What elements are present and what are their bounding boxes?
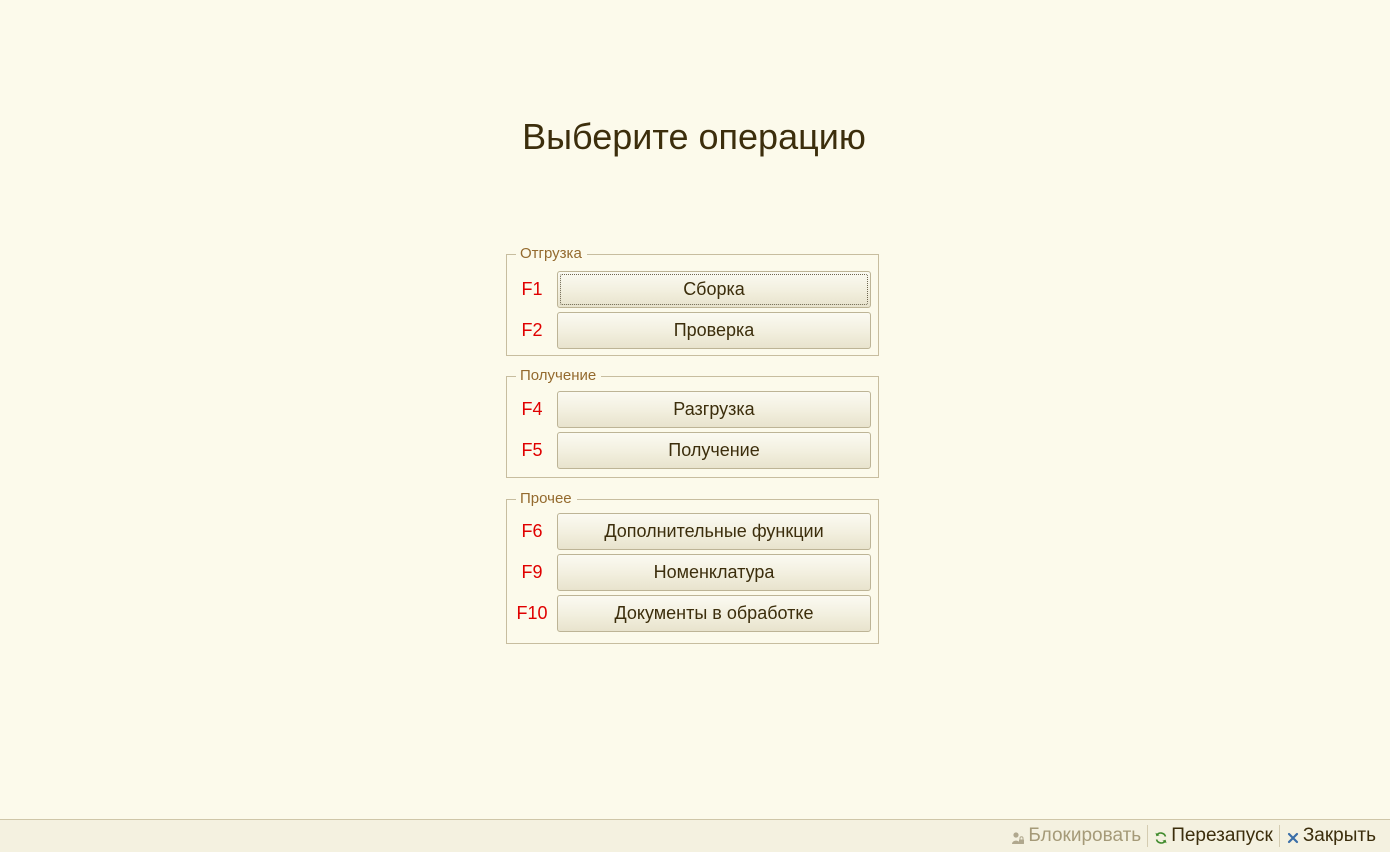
menu-row: F6 Дополнительные функции xyxy=(507,513,880,550)
hotkey-label: F2 xyxy=(521,320,543,340)
hotkey-label: F6 xyxy=(521,521,543,541)
unloading-button[interactable]: Разгрузка xyxy=(557,391,871,428)
menu-row: F5 Получение xyxy=(507,432,880,469)
additional-functions-button[interactable]: Дополнительные функции xyxy=(557,513,871,550)
assembly-button[interactable]: Сборка xyxy=(557,271,871,308)
check-button[interactable]: Проверка xyxy=(557,312,871,349)
group-receiving: Получение F4 Разгрузка F5 Получение xyxy=(506,366,880,478)
group-other: Прочее F6 Дополнительные функции F9 Номе… xyxy=(506,489,880,644)
group-legend: Прочее xyxy=(516,489,577,509)
menu-row: F2 Проверка xyxy=(507,312,880,349)
close-icon xyxy=(1286,829,1300,844)
status-bar: Блокировать Перезапуск Закрыть xyxy=(0,819,1390,852)
hotkey-label: F5 xyxy=(521,440,543,460)
group-legend: Отгрузка xyxy=(516,244,587,264)
operation-menu-page: Выберите операцию Отгрузка F1 Сборка F2 … xyxy=(0,0,1390,852)
lock-user-icon xyxy=(1011,829,1025,844)
refresh-icon xyxy=(1154,829,1168,844)
documents-in-progress-button[interactable]: Документы в обработке xyxy=(557,595,871,632)
group-shipment: Отгрузка F1 Сборка F2 Проверка xyxy=(506,244,880,356)
menu-row: F9 Номенклатура xyxy=(507,554,880,591)
close-label: Закрыть xyxy=(1302,825,1376,846)
lock-label: Блокировать xyxy=(1028,825,1142,846)
nomenclature-button[interactable]: Номенклатура xyxy=(557,554,871,591)
page-title: Выберите операцию xyxy=(522,116,866,157)
restart-label: Перезапуск xyxy=(1171,825,1273,846)
hotkey-label: F4 xyxy=(521,399,543,419)
menu-row: F4 Разгрузка xyxy=(507,391,880,428)
hotkey-label: F10 xyxy=(516,603,548,623)
group-legend: Получение xyxy=(516,366,602,386)
receiving-button[interactable]: Получение xyxy=(557,432,871,469)
menu-row: F1 Сборка xyxy=(507,271,880,308)
hotkey-label: F9 xyxy=(521,562,543,582)
menu-row: F10 Документы в обработке xyxy=(507,595,880,632)
restart-button[interactable]: Перезапуск xyxy=(1148,824,1279,848)
hotkey-label: F1 xyxy=(521,279,543,299)
close-button[interactable]: Закрыть xyxy=(1280,824,1382,848)
lock-button[interactable]: Блокировать xyxy=(1005,824,1147,848)
